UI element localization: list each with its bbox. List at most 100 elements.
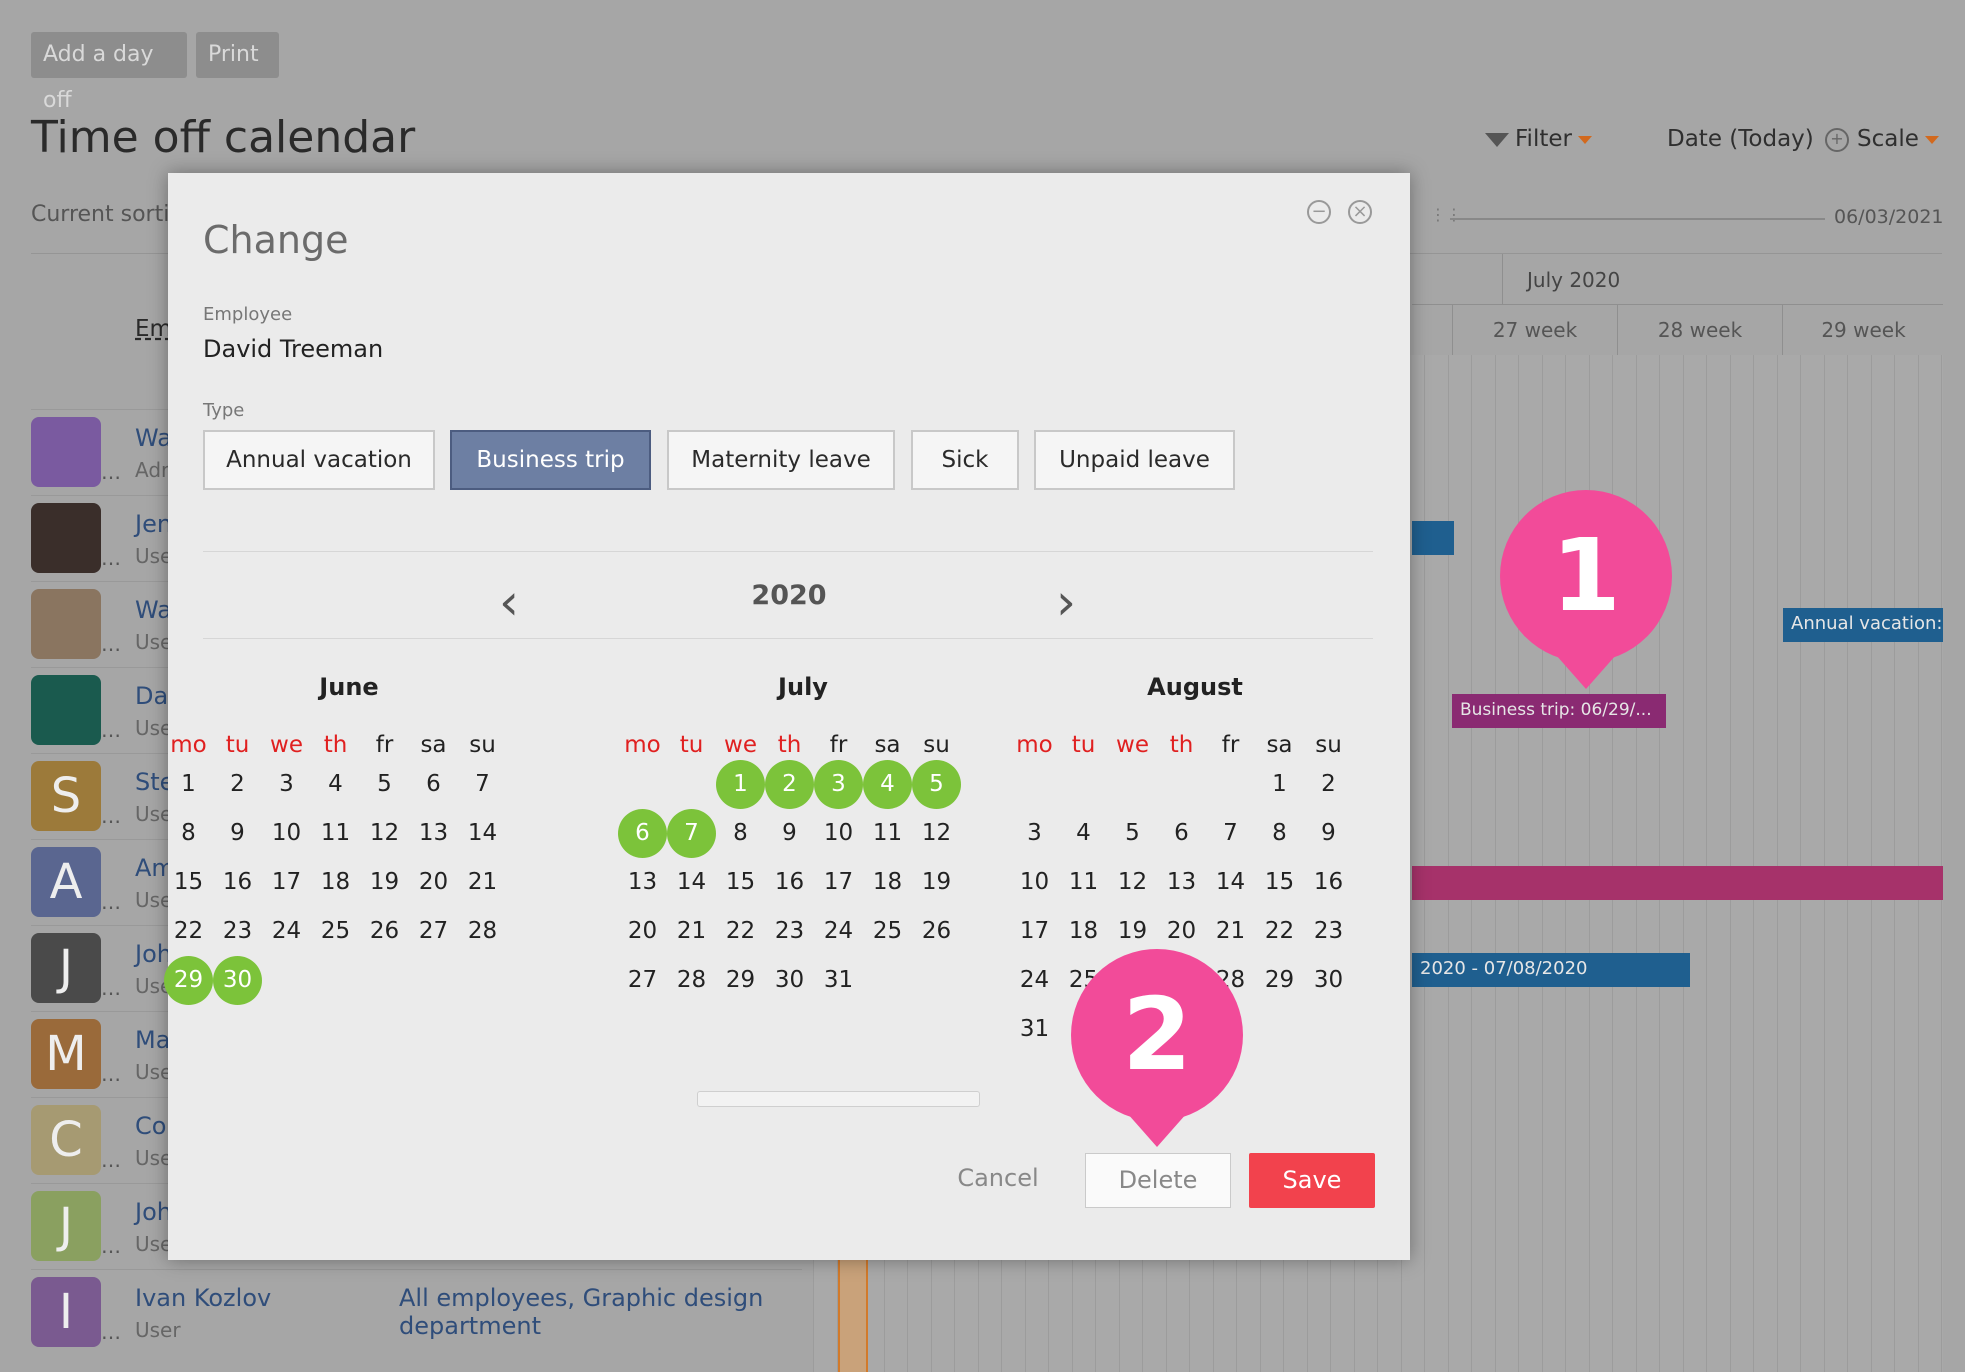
calendar-day-selected[interactable]: 30 xyxy=(213,956,262,1005)
more-dots-icon[interactable]: … xyxy=(101,976,121,1000)
calendar-day[interactable]: 22 xyxy=(1255,907,1304,956)
calendar-day[interactable]: 31 xyxy=(1010,1005,1059,1054)
calendar-day[interactable]: 24 xyxy=(262,907,311,956)
calendar-day[interactable]: 30 xyxy=(765,956,814,1005)
calendar-day[interactable]: 23 xyxy=(1304,907,1353,956)
more-dots-icon[interactable]: … xyxy=(101,804,121,828)
calendar-day[interactable]: 5 xyxy=(360,760,409,809)
type-annual-vacation[interactable]: Annual vacation xyxy=(203,430,435,490)
calendar-day[interactable]: 15 xyxy=(164,858,213,907)
calendar-day[interactable]: 31 xyxy=(814,956,863,1005)
calendar-day[interactable]: 21 xyxy=(667,907,716,956)
calendar-day-selected[interactable]: 3 xyxy=(814,760,863,809)
calendar-day[interactable]: 13 xyxy=(618,858,667,907)
calendar-day[interactable]: 16 xyxy=(765,858,814,907)
employee-groups[interactable]: department xyxy=(399,1312,541,1340)
calendar-day-selected[interactable]: 29 xyxy=(164,956,213,1005)
employee-name[interactable]: Ma xyxy=(135,1026,170,1054)
employee-name[interactable]: Ivan Kozlov xyxy=(135,1284,271,1312)
business-trip-bar[interactable]: Business trip: 06/29/... xyxy=(1452,694,1666,728)
calendar-day[interactable]: 11 xyxy=(863,809,912,858)
type-maternity-leave[interactable]: Maternity leave xyxy=(667,430,895,490)
print-button[interactable]: Print xyxy=(196,32,279,78)
more-dots-icon[interactable]: … xyxy=(101,460,121,484)
calendar-day[interactable]: 28 xyxy=(458,907,507,956)
calendar-day[interactable]: 4 xyxy=(1059,809,1108,858)
calendar-day[interactable]: 7 xyxy=(1206,809,1255,858)
more-dots-icon[interactable]: … xyxy=(101,1234,121,1258)
calendar-day[interactable]: 8 xyxy=(164,809,213,858)
employee-row[interactable]: I… Ivan Kozlov User All employees, Graphic … xyxy=(31,1269,802,1356)
calendar-day[interactable]: 14 xyxy=(458,809,507,858)
calendar-day[interactable]: 1 xyxy=(164,760,213,809)
calendar-day[interactable]: 14 xyxy=(667,858,716,907)
calendar-day[interactable]: 14 xyxy=(1206,858,1255,907)
calendar-day[interactable]: 17 xyxy=(1010,907,1059,956)
calendar-day[interactable]: 18 xyxy=(863,858,912,907)
employee-groups[interactable]: All employees, Graphic design xyxy=(399,1284,763,1312)
calendar-day[interactable]: 11 xyxy=(1059,858,1108,907)
calendar-day[interactable]: 27 xyxy=(618,956,667,1005)
type-sick[interactable]: Sick xyxy=(911,430,1019,490)
calendar-day[interactable]: 3 xyxy=(262,760,311,809)
calendar-day[interactable]: 13 xyxy=(409,809,458,858)
calendar-day[interactable]: 5 xyxy=(1108,809,1157,858)
calendar-day[interactable]: 24 xyxy=(814,907,863,956)
calendar-day-selected[interactable]: 2 xyxy=(765,760,814,809)
calendar-day[interactable]: 2 xyxy=(213,760,262,809)
calendar-day[interactable]: 9 xyxy=(1304,809,1353,858)
calendar-day[interactable]: 6 xyxy=(1157,809,1206,858)
calendar-day[interactable]: 19 xyxy=(360,858,409,907)
more-dots-icon[interactable]: … xyxy=(101,890,121,914)
calendar-day-selected[interactable]: 7 xyxy=(667,809,716,858)
filter-button[interactable]: Filter xyxy=(1485,126,1592,152)
calendar-day[interactable]: 19 xyxy=(912,858,961,907)
calendar-scrollbar[interactable] xyxy=(697,1091,980,1107)
calendar-day[interactable]: 15 xyxy=(716,858,765,907)
calendar-day[interactable]: 18 xyxy=(1059,907,1108,956)
calendar-day[interactable]: 22 xyxy=(164,907,213,956)
calendar-day[interactable]: 10 xyxy=(814,809,863,858)
add-day-off-button[interactable]: Add a day off xyxy=(31,32,187,113)
calendar-day[interactable]: 4 xyxy=(311,760,360,809)
calendar-day[interactable]: 18 xyxy=(311,858,360,907)
more-dots-icon[interactable]: … xyxy=(101,546,121,570)
calendar-day[interactable]: 15 xyxy=(1255,858,1304,907)
calendar-day[interactable]: 29 xyxy=(1255,956,1304,1005)
more-dots-icon[interactable]: … xyxy=(101,1148,121,1172)
calendar-day-selected[interactable]: 4 xyxy=(863,760,912,809)
calendar-day[interactable]: 20 xyxy=(618,907,667,956)
calendar-day[interactable]: 21 xyxy=(1206,907,1255,956)
employee-name[interactable]: Co xyxy=(135,1112,166,1140)
calendar-day[interactable]: 20 xyxy=(409,858,458,907)
employee-name[interactable]: Joh xyxy=(135,1198,172,1226)
calendar-day[interactable]: 16 xyxy=(213,858,262,907)
calendar-day[interactable]: 11 xyxy=(311,809,360,858)
calendar-day[interactable]: 26 xyxy=(360,907,409,956)
calendar-day[interactable]: 8 xyxy=(716,809,765,858)
calendar-day[interactable]: 17 xyxy=(262,858,311,907)
calendar-day[interactable]: 12 xyxy=(912,809,961,858)
employee-name[interactable]: Wa xyxy=(135,424,172,452)
close-icon[interactable]: × xyxy=(1348,200,1372,224)
calendar-day[interactable]: 12 xyxy=(360,809,409,858)
annual-vacation-bar[interactable]: Annual vacation: xyxy=(1783,608,1943,642)
calendar-day[interactable]: 17 xyxy=(814,858,863,907)
next-year-button[interactable]: › xyxy=(1056,573,1076,631)
more-dots-icon[interactable]: … xyxy=(101,1062,121,1086)
calendar-day[interactable]: 8 xyxy=(1255,809,1304,858)
calendar-day-selected[interactable]: 5 xyxy=(912,760,961,809)
date-slider-track[interactable] xyxy=(1450,218,1825,220)
more-dots-icon[interactable]: … xyxy=(101,718,121,742)
delete-button[interactable]: Delete xyxy=(1085,1153,1231,1208)
calendar-day[interactable]: 25 xyxy=(863,907,912,956)
calendar-day[interactable]: 21 xyxy=(458,858,507,907)
calendar-day[interactable]: 9 xyxy=(213,809,262,858)
calendar-day[interactable]: 22 xyxy=(716,907,765,956)
type-unpaid-leave[interactable]: Unpaid leave xyxy=(1034,430,1235,490)
cancel-button[interactable]: Cancel xyxy=(928,1151,1068,1205)
minimize-icon[interactable]: − xyxy=(1307,200,1331,224)
long-leave-bar[interactable] xyxy=(1412,866,1943,900)
employee-column-header[interactable]: Em xyxy=(135,316,172,342)
date-today-button[interactable]: Date (Today) xyxy=(1667,126,1814,152)
